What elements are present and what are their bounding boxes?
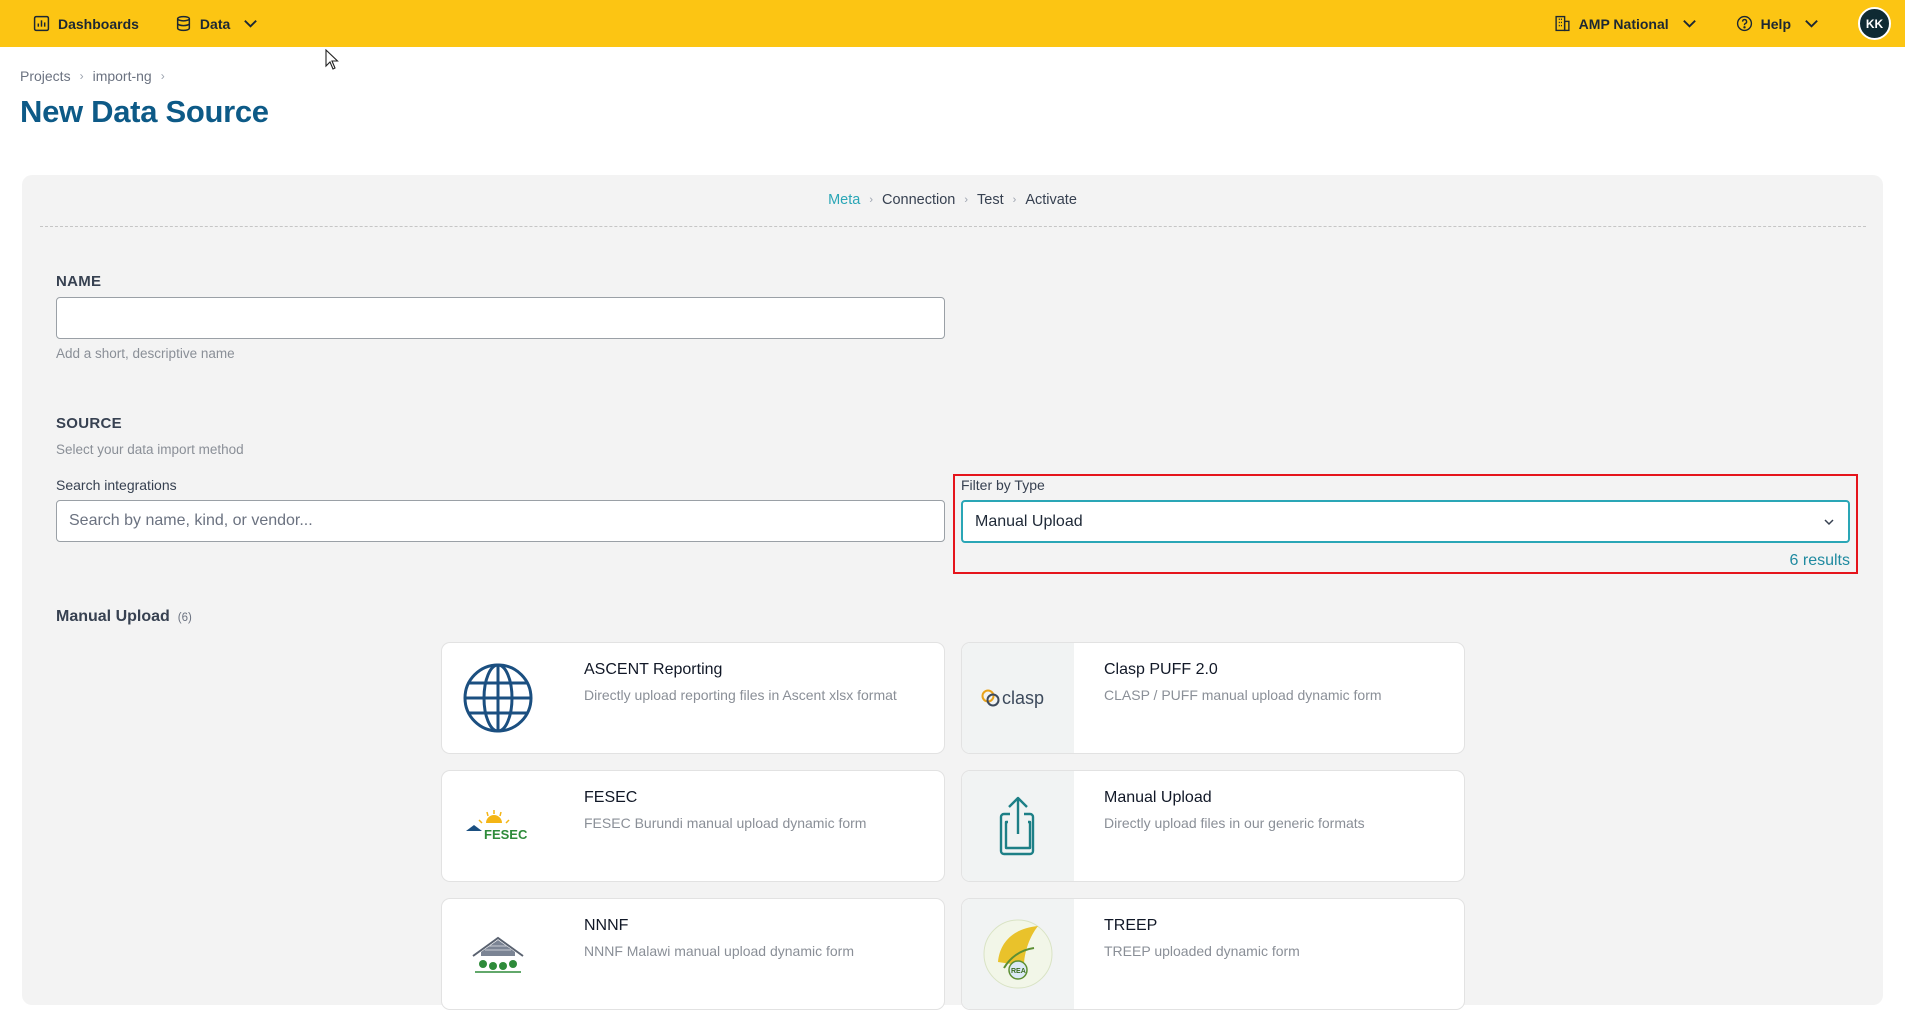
clasp-logo-text: clasp bbox=[1002, 688, 1044, 708]
chevron-right-icon: › bbox=[1012, 194, 1017, 206]
filter-type-value: Manual Upload bbox=[975, 512, 1083, 530]
stepper-divider bbox=[40, 226, 1866, 227]
organization-switcher[interactable]: AMP National bbox=[1554, 15, 1698, 32]
breadcrumb-project[interactable]: import-ng bbox=[93, 68, 152, 84]
card-description: Directly upload reporting files in Ascen… bbox=[584, 687, 897, 703]
step-meta[interactable]: Meta bbox=[828, 192, 860, 208]
group-title: Manual Upload bbox=[56, 608, 170, 625]
step-activate[interactable]: Activate bbox=[1025, 192, 1077, 208]
card-name: Manual Upload bbox=[1104, 789, 1212, 806]
chevron-down-icon bbox=[1682, 20, 1696, 28]
integration-card-fesec[interactable]: FESEC FESEC FESEC Burundi manual upload … bbox=[441, 770, 945, 882]
chevron-right-icon: › bbox=[869, 194, 874, 206]
nav-data-dropdown[interactable]: Data bbox=[175, 15, 259, 32]
name-input[interactable] bbox=[56, 297, 945, 339]
filter-type-label: Filter by Type bbox=[961, 477, 1045, 493]
source-help-text: Select your data import method bbox=[56, 442, 244, 457]
rea-logo-text: REA bbox=[1011, 968, 1026, 975]
help-menu[interactable]: Help bbox=[1736, 15, 1820, 32]
source-label: SOURCE bbox=[56, 415, 122, 432]
nav-dashboards[interactable]: Dashboards bbox=[33, 15, 139, 32]
filter-type-select[interactable]: Manual Upload bbox=[961, 500, 1850, 543]
nnnf-logo bbox=[442, 899, 554, 1009]
card-description: TREEP uploaded dynamic form bbox=[1104, 943, 1300, 959]
breadcrumb: Projects › import-ng › bbox=[20, 68, 165, 84]
help-circle-icon bbox=[1736, 15, 1752, 32]
chevron-right-icon: › bbox=[160, 69, 165, 83]
chevron-right-icon: › bbox=[79, 69, 84, 83]
card-description: Directly upload files in our generic for… bbox=[1104, 815, 1365, 831]
breadcrumb-projects[interactable]: Projects bbox=[20, 68, 71, 84]
upload-icon bbox=[962, 771, 1074, 881]
card-name: Clasp PUFF 2.0 bbox=[1104, 661, 1218, 678]
page-title: New Data Source bbox=[20, 94, 269, 129]
fesec-logo: FESEC bbox=[442, 771, 554, 881]
chevron-right-icon: › bbox=[964, 194, 969, 206]
nav-data-label: Data bbox=[199, 15, 231, 32]
user-avatar[interactable]: KK bbox=[1858, 7, 1891, 40]
clasp-logo: clasp bbox=[962, 643, 1074, 753]
card-description: NNNF Malawi manual upload dynamic form bbox=[584, 943, 854, 959]
group-heading: Manual Upload (6) bbox=[56, 608, 192, 626]
building-icon bbox=[1555, 15, 1570, 32]
database-icon bbox=[176, 15, 191, 32]
group-count: (6) bbox=[177, 612, 192, 624]
mouse-pointer-icon bbox=[325, 49, 339, 70]
integration-card-ascent[interactable]: ASCENT Reporting Directly upload reporti… bbox=[441, 642, 945, 754]
search-integrations-label: Search integrations bbox=[56, 477, 177, 493]
bar-chart-icon bbox=[33, 15, 50, 32]
chevron-down-icon bbox=[244, 20, 258, 28]
card-name: ASCENT Reporting bbox=[584, 661, 723, 678]
step-connection[interactable]: Connection bbox=[882, 192, 955, 208]
integration-card-clasp[interactable]: clasp Clasp PUFF 2.0 CLASP / PUFF manual… bbox=[961, 642, 1465, 754]
chevron-down-icon bbox=[1805, 20, 1818, 28]
card-name: NNNF bbox=[584, 917, 629, 934]
help-label: Help bbox=[1760, 15, 1791, 32]
organization-name: AMP National bbox=[1578, 15, 1669, 32]
card-description: FESEC Burundi manual upload dynamic form bbox=[584, 815, 867, 831]
chevron-down-icon bbox=[1824, 518, 1834, 525]
nav-dashboards-label: Dashboards bbox=[58, 15, 139, 32]
fesec-logo-text: FESEC bbox=[484, 827, 528, 842]
step-test[interactable]: Test bbox=[977, 192, 1004, 208]
card-name: TREEP bbox=[1104, 917, 1158, 934]
name-label: NAME bbox=[56, 273, 102, 290]
integration-card-treep[interactable]: REA TREEP TREEP uploaded dynamic form bbox=[961, 898, 1465, 1010]
results-count: 6 results bbox=[1789, 552, 1850, 569]
name-help-text: Add a short, descriptive name bbox=[56, 346, 235, 361]
card-description: CLASP / PUFF manual upload dynamic form bbox=[1104, 687, 1382, 703]
stepper: Meta › Connection › Test › Activate bbox=[22, 192, 1883, 208]
card-name: FESEC bbox=[584, 789, 638, 806]
integration-card-manual-upload[interactable]: Manual Upload Directly upload files in o… bbox=[961, 770, 1465, 882]
top-navigation-bar: Dashboards Data AMP National Help KK bbox=[0, 0, 1905, 47]
search-integrations-input[interactable] bbox=[56, 500, 945, 542]
integration-card-nnnf[interactable]: NNNF NNNF Malawi manual upload dynamic f… bbox=[441, 898, 945, 1010]
rea-logo: REA bbox=[962, 899, 1074, 1009]
globe-logo bbox=[442, 643, 554, 753]
